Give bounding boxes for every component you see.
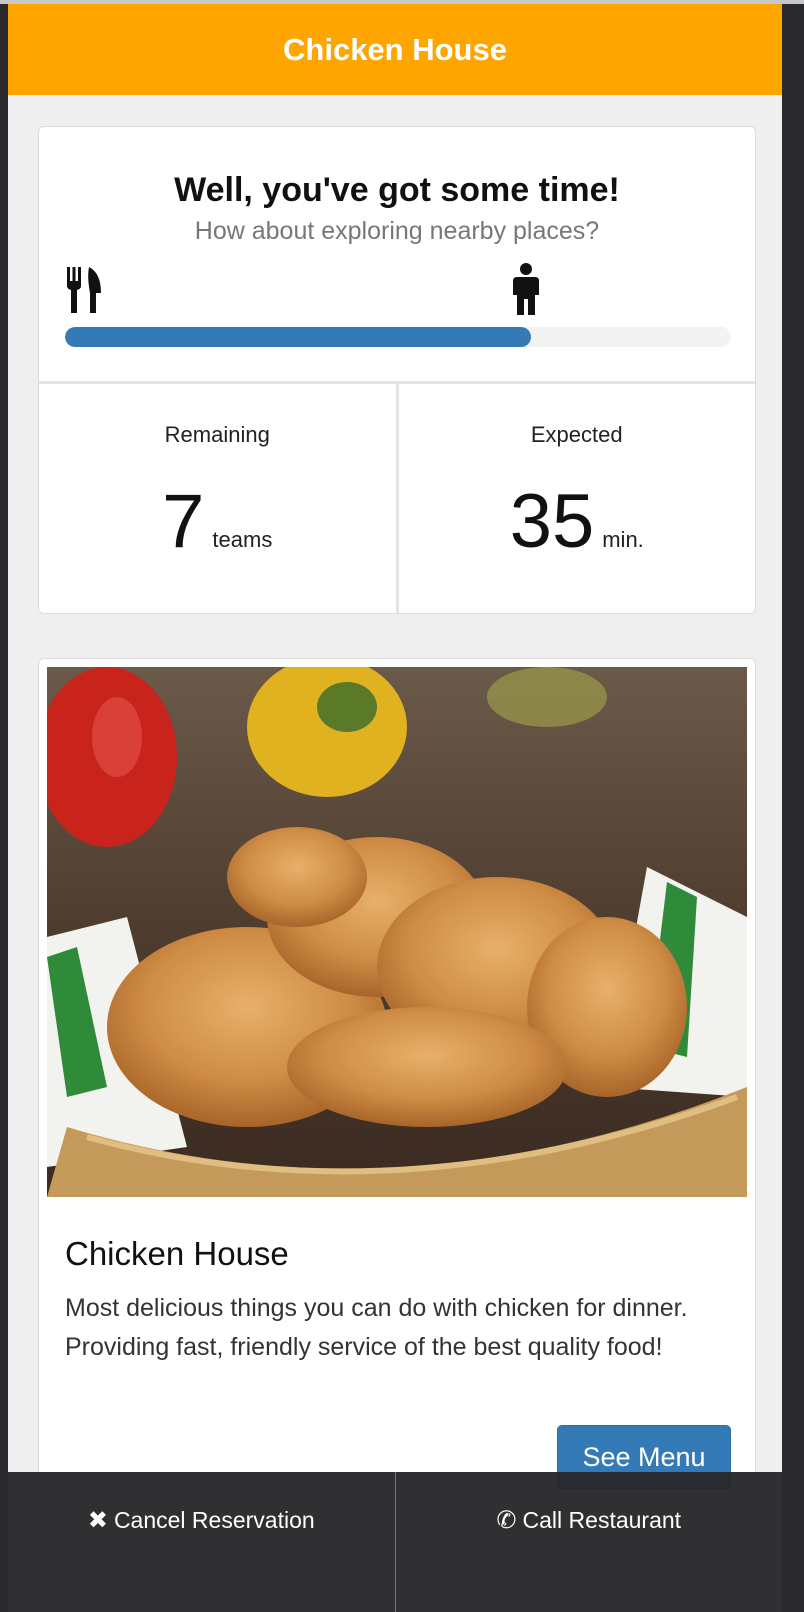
call-restaurant-button[interactable]: ✆ Call Restaurant: [394, 1472, 783, 1612]
expected-stat: Expected 35 min.: [395, 384, 756, 613]
footer-action-bar: ✖ Cancel Reservation ✆ Call Restaurant: [8, 1472, 782, 1612]
wait-title: Well, you've got some time!: [174, 171, 620, 209]
wait-status-card: Well, you've got some time! How about ex…: [38, 126, 756, 614]
cancel-reservation-label: Cancel Reservation: [113, 1506, 315, 1533]
remaining-stat: Remaining 7 teams: [39, 384, 396, 613]
expected-value: 35: [509, 479, 595, 564]
remaining-unit: teams: [212, 527, 273, 552]
restaurant-card: Chicken House Most delicious things you …: [38, 658, 756, 1538]
wait-subtitle: How about exploring nearby places?: [194, 217, 600, 245]
header-title: Chicken House: [283, 31, 507, 67]
remaining-value-row: 7 teams: [39, 484, 396, 560]
phone-icon: ✆: [496, 1506, 517, 1534]
call-restaurant-label: Call Restaurant: [522, 1506, 682, 1533]
restaurant-description: Most delicious things you can do with ch…: [65, 1294, 688, 1361]
close-icon: ✖: [87, 1506, 108, 1534]
fried-chicken-photo: [47, 667, 747, 1197]
remaining-label: Remaining: [164, 422, 270, 447]
wait-progress-section: Well, you've got some time! How about ex…: [39, 127, 755, 381]
cancel-reservation-button[interactable]: ✖ Cancel Reservation: [8, 1472, 395, 1612]
expected-value-row: 35 min.: [399, 484, 756, 560]
app-header: Chicken House: [8, 4, 782, 95]
expected-unit: min.: [602, 527, 644, 552]
wait-progress-fill: [65, 327, 532, 347]
remaining-value: 7: [162, 479, 205, 564]
wait-progress-bar: [65, 327, 731, 347]
wait-stats: Remaining 7 teams Expected 35 min.: [39, 381, 756, 613]
app-screen: Chicken House Well, you've got some time…: [8, 4, 782, 1612]
expected-label: Expected: [530, 422, 623, 447]
restaurant-name: Chicken House: [65, 1235, 289, 1272]
fork-knife-icon: [67, 267, 101, 313]
person-icon: [513, 263, 539, 315]
